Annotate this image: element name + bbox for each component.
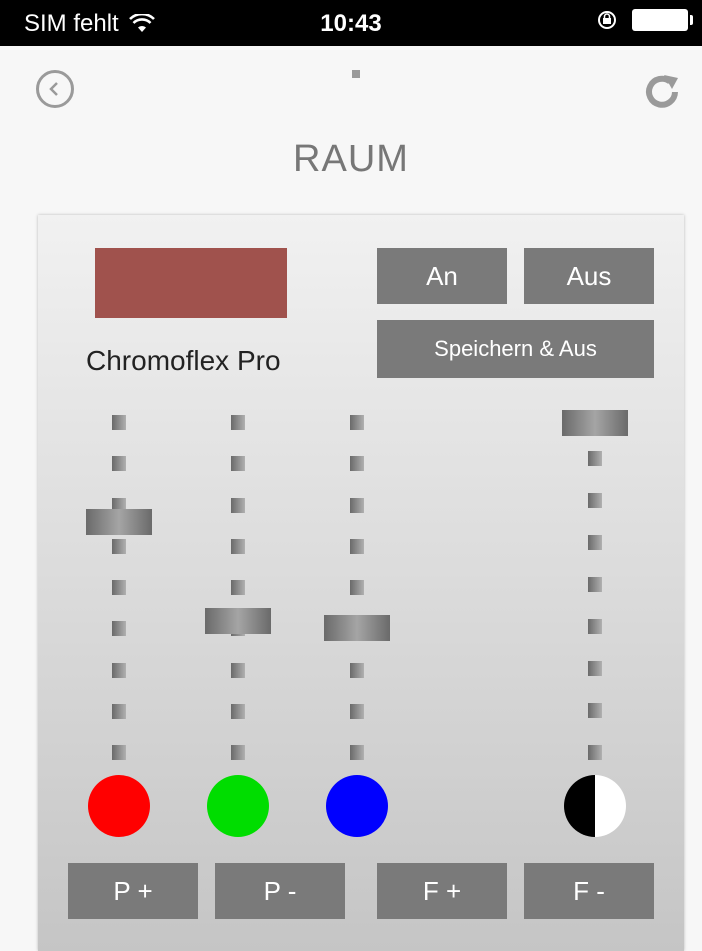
- slider-tick: [350, 538, 364, 554]
- slider-tick: [112, 621, 126, 637]
- green-color-button[interactable]: [207, 775, 269, 837]
- slider-tick: [350, 415, 364, 430]
- p-plus-button[interactable]: P +: [68, 863, 198, 919]
- status-bar: SIM fehlt 10:43: [0, 0, 702, 46]
- save-and-off-button[interactable]: Speichern & Aus: [377, 320, 654, 378]
- blue-slider-handle[interactable]: [324, 614, 390, 641]
- slider-tick: [112, 745, 126, 760]
- chevron-left-icon: [49, 82, 58, 96]
- slider-tick: [231, 497, 245, 513]
- slider-tick: [350, 745, 364, 760]
- slider-tick: [112, 415, 126, 430]
- page-title: RAUM: [293, 138, 409, 180]
- slider-tick: [231, 745, 245, 760]
- on-button[interactable]: An: [377, 248, 507, 304]
- slider-tick: [350, 456, 364, 472]
- slider-tick: [112, 538, 126, 554]
- slider-tick: [588, 451, 602, 466]
- slider-tick: [231, 538, 245, 554]
- slider-tick: [588, 703, 602, 718]
- blue-color-button[interactable]: [326, 775, 388, 837]
- slider-tick: [231, 456, 245, 472]
- slider-tick: [350, 662, 364, 678]
- off-button[interactable]: Aus: [524, 248, 654, 304]
- brightness-color-button[interactable]: [564, 775, 626, 837]
- refresh-icon[interactable]: [642, 72, 682, 112]
- slider-tick: [231, 703, 245, 719]
- slider-tick: [350, 703, 364, 719]
- slider-tick: [588, 493, 602, 508]
- slider-tick: [112, 703, 126, 719]
- f-plus-button[interactable]: F +: [377, 863, 507, 919]
- slider-tick: [231, 580, 245, 595]
- slider-tick: [588, 535, 602, 550]
- back-button[interactable]: [36, 70, 74, 108]
- slider-tick: [588, 745, 602, 760]
- slider-tick: [588, 577, 602, 592]
- slider-tick: [350, 497, 364, 513]
- color-preview-swatch[interactable]: [95, 248, 287, 318]
- f-minus-button[interactable]: F -: [524, 863, 654, 919]
- slider-tick: [231, 415, 245, 430]
- page-indicator-dot: [352, 70, 360, 78]
- slider-tick: [231, 662, 245, 678]
- slider-tick: [588, 661, 602, 676]
- slider-tick: [350, 580, 364, 595]
- rotation-lock-icon: [598, 11, 616, 29]
- slider-tick: [588, 619, 602, 634]
- nav-bar: [0, 46, 702, 136]
- slider-tick: [112, 580, 126, 595]
- slider-tick: [112, 662, 126, 678]
- brightness-slider-handle[interactable]: [562, 410, 628, 436]
- green-slider-handle[interactable]: [205, 608, 271, 634]
- red-color-button[interactable]: [88, 775, 150, 837]
- device-panel: Chromoflex Pro An Aus Speichern & Aus P …: [38, 215, 684, 951]
- battery-icon: [632, 9, 693, 31]
- p-minus-button[interactable]: P -: [215, 863, 345, 919]
- status-right: [596, 9, 693, 31]
- slider-tick: [112, 456, 126, 472]
- red-slider-handle[interactable]: [86, 509, 152, 535]
- device-name: Chromoflex Pro: [86, 345, 281, 376]
